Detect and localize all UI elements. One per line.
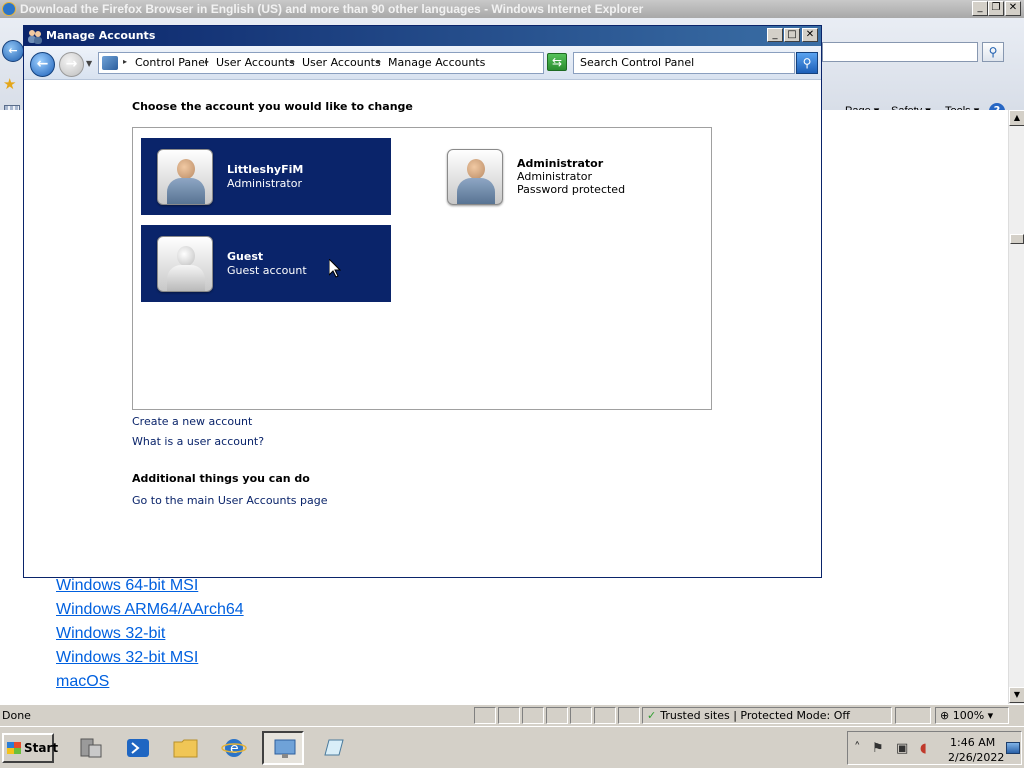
account-type: Administrator — [517, 170, 592, 183]
account-name: LittleshyFiM — [227, 163, 304, 176]
search-icon[interactable]: ⚲ — [796, 52, 818, 74]
download-link[interactable]: Windows 64-bit MSI — [56, 576, 244, 600]
favorites-star-icon[interactable]: ★ — [3, 75, 16, 93]
system-tray: ˄ ⚑ ▣ ◖ 1:46 AM 2/26/2022 — [847, 731, 1022, 765]
ie-status-bar: Done ✓ Trusted sites | Protected Mode: Of… — [0, 704, 1024, 726]
navigation-bar: ← → ▼ ▸ Control Panel ▸ User Accounts ▸ … — [24, 46, 821, 80]
main-user-accounts-link[interactable]: Go to the main User Accounts page — [132, 494, 328, 507]
security-zone[interactable]: ✓ Trusted sites | Protected Mode: Off — [642, 707, 892, 724]
clock-date[interactable]: 2/26/2022 — [948, 751, 1004, 764]
status-text: Done — [2, 709, 31, 722]
chevron-right-icon[interactable]: ▸ — [377, 57, 381, 66]
ie-vertical-scrollbar[interactable]: ▲ ▼ — [1008, 110, 1024, 704]
breadcrumb-user-accounts[interactable]: User Accounts — [216, 56, 295, 69]
download-link[interactable]: Windows ARM64/AArch64 — [56, 600, 244, 624]
control-panel-button[interactable] — [262, 731, 304, 765]
back-button[interactable]: ← — [30, 52, 55, 77]
zoom-level[interactable]: ⊕ 100% ▾ — [935, 707, 1009, 724]
powershell-button[interactable] — [116, 731, 158, 765]
status-pane — [570, 707, 592, 724]
internet-explorer-button[interactable]: e — [212, 731, 254, 765]
download-link[interactable]: macOS — [56, 672, 244, 696]
forward-button[interactable]: → — [59, 52, 84, 77]
account-tile-littleshyfim[interactable]: LittleshyFiM Administrator — [141, 138, 391, 215]
account-name: Guest — [227, 250, 264, 263]
network-icon[interactable]: ▣ — [896, 741, 908, 756]
breadcrumb-manage-accounts[interactable]: Manage Accounts — [388, 56, 485, 69]
ie-window-title: Download the Firefox Browser in English … — [20, 2, 644, 16]
tray-expand-icon[interactable]: ˄ — [854, 741, 861, 756]
chevron-right-icon[interactable]: ▸ — [291, 57, 295, 66]
breadcrumb-user-accounts[interactable]: User Accounts — [302, 56, 381, 69]
page-heading: Choose the account you would like to cha… — [132, 100, 413, 113]
status-pane — [618, 707, 640, 724]
scroll-up-arrow-icon[interactable]: ▲ — [1009, 110, 1024, 126]
account-tile-administrator[interactable]: Administrator Administrator Password pro… — [431, 138, 681, 215]
refresh-icon[interactable]: ⇆ — [547, 53, 567, 71]
ie-title-bar: Download the Firefox Browser in English … — [0, 0, 1024, 18]
action-center-flag-icon[interactable]: ⚑ — [872, 741, 884, 756]
status-pane — [498, 707, 520, 724]
status-pane — [522, 707, 544, 724]
ie-search-button[interactable]: ⚲ — [982, 42, 1004, 62]
ie-back-button[interactable]: ← — [2, 40, 24, 62]
control-panel-icon — [102, 56, 118, 70]
internet-explorer-icon: e — [221, 739, 247, 757]
what-is-user-account-link[interactable]: What is a user account? — [132, 435, 264, 448]
chevron-right-icon[interactable]: ▸ — [205, 57, 209, 66]
server-manager-button[interactable] — [68, 731, 110, 765]
notepad-icon — [324, 739, 344, 756]
window-title: Manage Accounts — [46, 29, 156, 42]
user-avatar-icon — [157, 149, 213, 205]
download-links-list: Windows 64-bit MSI Windows ARM64/AArch64… — [56, 576, 244, 696]
taskbar: Start e ˄ ⚑ ▣ ◖ 1:46 AM 2/26/2022 — [0, 726, 1024, 768]
scroll-down-arrow-icon[interactable]: ▼ — [1009, 687, 1024, 703]
checkmark-icon: ✓ — [647, 709, 657, 722]
show-desktop-icon[interactable] — [1006, 742, 1020, 754]
control-panel-icon — [274, 739, 296, 758]
windows-logo-icon — [7, 742, 21, 754]
maximize-button[interactable]: □ — [784, 28, 800, 42]
minimize-button[interactable]: _ — [767, 28, 783, 42]
server-manager-icon — [80, 738, 102, 758]
close-button[interactable]: ✕ — [802, 28, 818, 42]
ie-search-input[interactable] — [822, 42, 978, 62]
status-pane — [474, 707, 496, 724]
search-input[interactable]: Search Control Panel — [573, 52, 795, 74]
breadcrumb-control-panel[interactable]: Control Panel — [135, 56, 208, 69]
users-icon — [28, 30, 42, 44]
additional-heading: Additional things you can do — [132, 472, 310, 485]
ie-restore-button[interactable]: ❐ — [988, 1, 1004, 16]
download-link[interactable]: Windows 32-bit — [56, 624, 244, 648]
user-avatar-icon — [447, 149, 503, 205]
notepad-button[interactable] — [312, 731, 354, 765]
ie-logo-icon — [2, 2, 16, 16]
ie-minimize-button[interactable]: _ — [972, 1, 988, 16]
account-password-status: Password protected — [517, 183, 626, 196]
scrollbar-thumb[interactable] — [1010, 234, 1024, 244]
ie-close-button[interactable]: ✕ — [1005, 1, 1021, 16]
history-dropdown-icon[interactable]: ▼ — [86, 59, 92, 68]
chevron-right-icon[interactable]: ▸ — [123, 57, 127, 66]
accounts-list: LittleshyFiM Administrator Administrator… — [132, 127, 712, 410]
explorer-button[interactable] — [164, 731, 206, 765]
manage-accounts-window: Manage Accounts _ □ ✕ ← → ▼ ▸ Control Pa… — [23, 25, 822, 578]
create-new-account-link[interactable]: Create a new account — [132, 415, 252, 428]
account-name: Administrator — [517, 157, 604, 170]
folder-icon — [173, 739, 198, 758]
start-button[interactable]: Start — [2, 733, 58, 763]
status-pane — [546, 707, 568, 724]
status-pane — [594, 707, 616, 724]
download-link[interactable]: Windows 32-bit MSI — [56, 648, 244, 672]
address-bar[interactable]: ▸ Control Panel ▸ User Accounts ▸ User A… — [98, 52, 544, 74]
account-type: Administrator — [227, 177, 302, 190]
guest-avatar-icon — [157, 236, 213, 292]
account-type: Guest account — [227, 264, 307, 277]
account-tile-guest[interactable]: Guest Guest account — [141, 225, 391, 302]
clock-time[interactable]: 1:46 AM — [950, 736, 995, 749]
window-title-bar: Manage Accounts _ □ ✕ — [24, 26, 821, 46]
volume-muted-icon[interactable]: ◖ — [920, 741, 927, 756]
popup-blocker-icon[interactable] — [895, 707, 931, 724]
powershell-icon — [127, 739, 149, 757]
